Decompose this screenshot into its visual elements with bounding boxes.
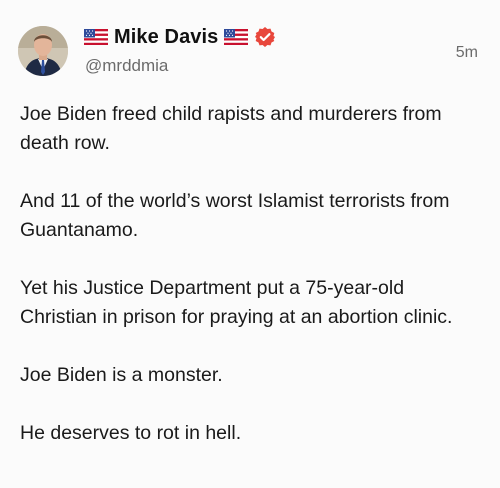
post-timestamp[interactable]: 5m [456,44,478,62]
avatar[interactable] [18,26,68,76]
post-paragraph: And 11 of the world’s worst Islamist ter… [20,190,450,241]
author-handle[interactable]: @mrddmia [85,56,168,76]
author-display-name[interactable]: Mike Davis [114,26,218,49]
post-paragraph: He deserves to rot in hell. [20,422,242,444]
us-flag-icon [84,29,108,45]
post-paragraph: Joe Biden freed child rapists and murder… [20,103,442,154]
author-name-row: Mike Davis [84,24,276,50]
post-paragraph: Joe Biden is a monster. [20,364,223,386]
us-flag-icon [224,29,249,45]
post-card: Mike Davis @mrddmia 5m Joe Biden freed c… [0,0,500,488]
verified-badge-icon [254,26,276,48]
post-body: Joe Biden freed child rapists and murder… [20,100,480,477]
post-paragraph: Yet his Justice Department put a 75-year… [20,277,453,328]
avatar-photo [18,26,68,76]
